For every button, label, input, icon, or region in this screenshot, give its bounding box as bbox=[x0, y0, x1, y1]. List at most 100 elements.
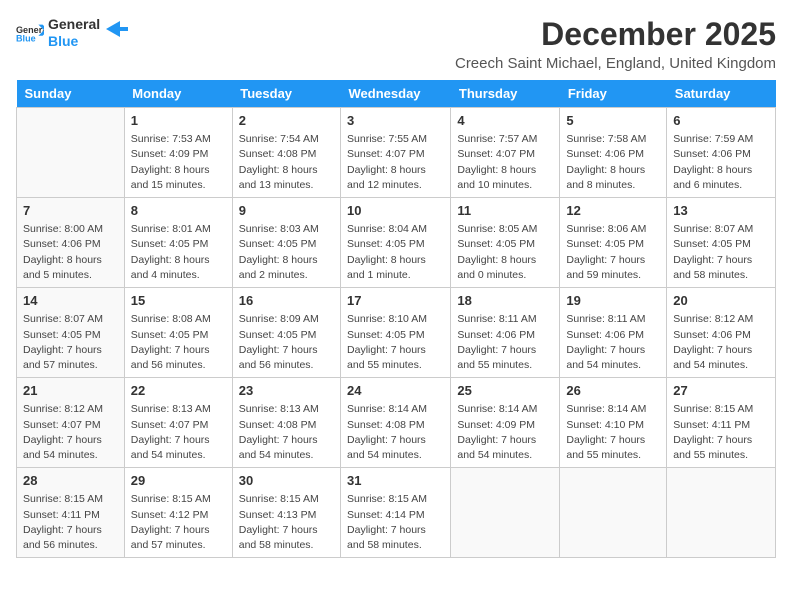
day-info: Sunrise: 8:09 AMSunset: 4:05 PMDaylight:… bbox=[239, 312, 334, 373]
weekday-header-friday: Friday bbox=[560, 80, 667, 108]
day-number: 6 bbox=[673, 112, 769, 130]
calendar-cell: 19Sunrise: 8:11 AMSunset: 4:06 PMDayligh… bbox=[560, 288, 667, 378]
logo-arrow-icon bbox=[106, 21, 128, 37]
day-info: Sunrise: 8:13 AMSunset: 4:08 PMDaylight:… bbox=[239, 402, 334, 463]
day-info: Sunrise: 7:53 AMSunset: 4:09 PMDaylight:… bbox=[131, 132, 226, 193]
calendar-week-row: 28 Sunrise: 8:15 AMSunset: 4:11 PMDayligh… bbox=[17, 468, 776, 558]
calendar-week-row: 1 Sunrise: 7:53 AMSunset: 4:09 PMDaylight… bbox=[17, 108, 776, 198]
day-number: 27 bbox=[673, 382, 769, 400]
page-header: General Blue General Blue December 2025 … bbox=[16, 16, 776, 72]
day-number: 17 bbox=[347, 292, 444, 310]
day-info: Sunrise: 8:14 AMSunset: 4:10 PMDaylight:… bbox=[566, 402, 660, 463]
day-info: Sunrise: 7:59 AMSunset: 4:06 PMDaylight:… bbox=[673, 132, 769, 193]
day-info: Sunrise: 8:00 AMSunset: 4:06 PMDaylight:… bbox=[23, 222, 118, 283]
day-info: Sunrise: 8:14 AMSunset: 4:09 PMDaylight:… bbox=[457, 402, 553, 463]
day-info: Sunrise: 8:05 AMSunset: 4:05 PMDaylight:… bbox=[457, 222, 553, 283]
calendar-cell: 12 Sunrise: 8:06 AMSunset: 4:05 PMDayligh… bbox=[560, 198, 667, 288]
day-info: Sunrise: 8:11 AMSunset: 4:06 PMDaylight:… bbox=[566, 312, 660, 373]
location-subtitle: Creech Saint Michael, England, United Ki… bbox=[455, 55, 776, 72]
day-info: Sunrise: 8:11 AMSunset: 4:06 PMDaylight:… bbox=[457, 312, 553, 373]
calendar-cell: 22 Sunrise: 8:13 AMSunset: 4:07 PMDayligh… bbox=[124, 378, 232, 468]
day-number: 28 bbox=[23, 472, 118, 490]
calendar-cell: 3 Sunrise: 7:55 AMSunset: 4:07 PMDaylight… bbox=[341, 108, 451, 198]
month-title: December 2025 bbox=[455, 16, 776, 53]
day-number: 14 bbox=[23, 292, 118, 310]
calendar-cell: 9Sunrise: 8:03 AMSunset: 4:05 PMDaylight… bbox=[232, 198, 340, 288]
calendar-cell: 20Sunrise: 8:12 AMSunset: 4:06 PMDayligh… bbox=[667, 288, 776, 378]
day-number: 29 bbox=[131, 472, 226, 490]
day-info: Sunrise: 8:15 AMSunset: 4:12 PMDaylight:… bbox=[131, 492, 226, 553]
day-number: 4 bbox=[457, 112, 553, 130]
day-info: Sunrise: 8:06 AMSunset: 4:05 PMDaylight:… bbox=[566, 222, 660, 283]
calendar-cell: 4 Sunrise: 7:57 AMSunset: 4:07 PMDaylight… bbox=[451, 108, 560, 198]
calendar-cell: 7 Sunrise: 8:00 AMSunset: 4:06 PMDaylight… bbox=[17, 198, 125, 288]
day-number: 5 bbox=[566, 112, 660, 130]
day-number: 7 bbox=[23, 202, 118, 220]
calendar-cell: 30 Sunrise: 8:15 AMSunset: 4:13 PMDayligh… bbox=[232, 468, 340, 558]
calendar-cell: 25Sunrise: 8:14 AMSunset: 4:09 PMDayligh… bbox=[451, 378, 560, 468]
day-number: 31 bbox=[347, 472, 444, 490]
calendar-cell: 29 Sunrise: 8:15 AMSunset: 4:12 PMDayligh… bbox=[124, 468, 232, 558]
day-number: 15 bbox=[131, 292, 226, 310]
day-info: Sunrise: 8:15 AMSunset: 4:11 PMDaylight:… bbox=[673, 402, 769, 463]
weekday-header-row: SundayMondayTuesdayWednesdayThursdayFrid… bbox=[17, 80, 776, 108]
day-info: Sunrise: 8:13 AMSunset: 4:07 PMDaylight:… bbox=[131, 402, 226, 463]
day-number: 1 bbox=[131, 112, 226, 130]
day-number: 3 bbox=[347, 112, 444, 130]
calendar-cell bbox=[17, 108, 125, 198]
day-number: 12 bbox=[566, 202, 660, 220]
day-number: 24 bbox=[347, 382, 444, 400]
day-info: Sunrise: 7:57 AMSunset: 4:07 PMDaylight:… bbox=[457, 132, 553, 193]
day-info: Sunrise: 7:54 AMSunset: 4:08 PMDaylight:… bbox=[239, 132, 334, 193]
weekday-header-wednesday: Wednesday bbox=[341, 80, 451, 108]
day-info: Sunrise: 8:07 AMSunset: 4:05 PMDaylight:… bbox=[23, 312, 118, 373]
calendar-cell: 31 Sunrise: 8:15 AMSunset: 4:14 PMDayligh… bbox=[341, 468, 451, 558]
day-number: 30 bbox=[239, 472, 334, 490]
day-info: Sunrise: 8:08 AMSunset: 4:05 PMDaylight:… bbox=[131, 312, 226, 373]
day-number: 18 bbox=[457, 292, 553, 310]
svg-text:Blue: Blue bbox=[16, 33, 36, 43]
calendar-cell: 8 Sunrise: 8:01 AMSunset: 4:05 PMDaylight… bbox=[124, 198, 232, 288]
calendar-cell: 6 Sunrise: 7:59 AMSunset: 4:06 PMDaylight… bbox=[667, 108, 776, 198]
calendar-cell: 26 Sunrise: 8:14 AMSunset: 4:10 PMDayligh… bbox=[560, 378, 667, 468]
day-info: Sunrise: 8:15 AMSunset: 4:11 PMDaylight:… bbox=[23, 492, 118, 553]
day-info: Sunrise: 8:12 AMSunset: 4:07 PMDaylight:… bbox=[23, 402, 118, 463]
calendar-cell: 23 Sunrise: 8:13 AMSunset: 4:08 PMDayligh… bbox=[232, 378, 340, 468]
logo: General Blue General Blue bbox=[16, 16, 128, 50]
calendar-week-row: 14 Sunrise: 8:07 AMSunset: 4:05 PMDayligh… bbox=[17, 288, 776, 378]
day-number: 10 bbox=[347, 202, 444, 220]
calendar-cell: 11 Sunrise: 8:05 AMSunset: 4:05 PMDayligh… bbox=[451, 198, 560, 288]
day-number: 22 bbox=[131, 382, 226, 400]
day-info: Sunrise: 8:10 AMSunset: 4:05 PMDaylight:… bbox=[347, 312, 444, 373]
calendar-cell: 16Sunrise: 8:09 AMSunset: 4:05 PMDayligh… bbox=[232, 288, 340, 378]
day-number: 26 bbox=[566, 382, 660, 400]
weekday-header-tuesday: Tuesday bbox=[232, 80, 340, 108]
day-info: Sunrise: 7:55 AMSunset: 4:07 PMDaylight:… bbox=[347, 132, 444, 193]
day-number: 11 bbox=[457, 202, 553, 220]
weekday-header-sunday: Sunday bbox=[17, 80, 125, 108]
calendar-cell: 1 Sunrise: 7:53 AMSunset: 4:09 PMDaylight… bbox=[124, 108, 232, 198]
day-info: Sunrise: 8:01 AMSunset: 4:05 PMDaylight:… bbox=[131, 222, 226, 283]
day-number: 21 bbox=[23, 382, 118, 400]
day-info: Sunrise: 8:14 AMSunset: 4:08 PMDaylight:… bbox=[347, 402, 444, 463]
calendar-cell: 17 Sunrise: 8:10 AMSunset: 4:05 PMDayligh… bbox=[341, 288, 451, 378]
calendar-cell: 18 Sunrise: 8:11 AMSunset: 4:06 PMDayligh… bbox=[451, 288, 560, 378]
calendar-week-row: 21 Sunrise: 8:12 AMSunset: 4:07 PMDayligh… bbox=[17, 378, 776, 468]
calendar-cell: 27 Sunrise: 8:15 AMSunset: 4:11 PMDayligh… bbox=[667, 378, 776, 468]
day-number: 23 bbox=[239, 382, 334, 400]
calendar-table: SundayMondayTuesdayWednesdayThursdayFrid… bbox=[16, 80, 776, 558]
logo-general: General bbox=[48, 16, 100, 33]
calendar-cell: 13Sunrise: 8:07 AMSunset: 4:05 PMDayligh… bbox=[667, 198, 776, 288]
calendar-cell bbox=[560, 468, 667, 558]
day-info: Sunrise: 8:15 AMSunset: 4:14 PMDaylight:… bbox=[347, 492, 444, 553]
calendar-cell: 5Sunrise: 7:58 AMSunset: 4:06 PMDaylight… bbox=[560, 108, 667, 198]
weekday-header-thursday: Thursday bbox=[451, 80, 560, 108]
day-info: Sunrise: 8:15 AMSunset: 4:13 PMDaylight:… bbox=[239, 492, 334, 553]
day-info: Sunrise: 8:03 AMSunset: 4:05 PMDaylight:… bbox=[239, 222, 334, 283]
calendar-cell: 14 Sunrise: 8:07 AMSunset: 4:05 PMDayligh… bbox=[17, 288, 125, 378]
logo-icon: General Blue bbox=[16, 23, 44, 43]
day-info: Sunrise: 8:12 AMSunset: 4:06 PMDaylight:… bbox=[673, 312, 769, 373]
day-number: 8 bbox=[131, 202, 226, 220]
day-number: 13 bbox=[673, 202, 769, 220]
day-info: Sunrise: 8:04 AMSunset: 4:05 PMDaylight:… bbox=[347, 222, 444, 283]
